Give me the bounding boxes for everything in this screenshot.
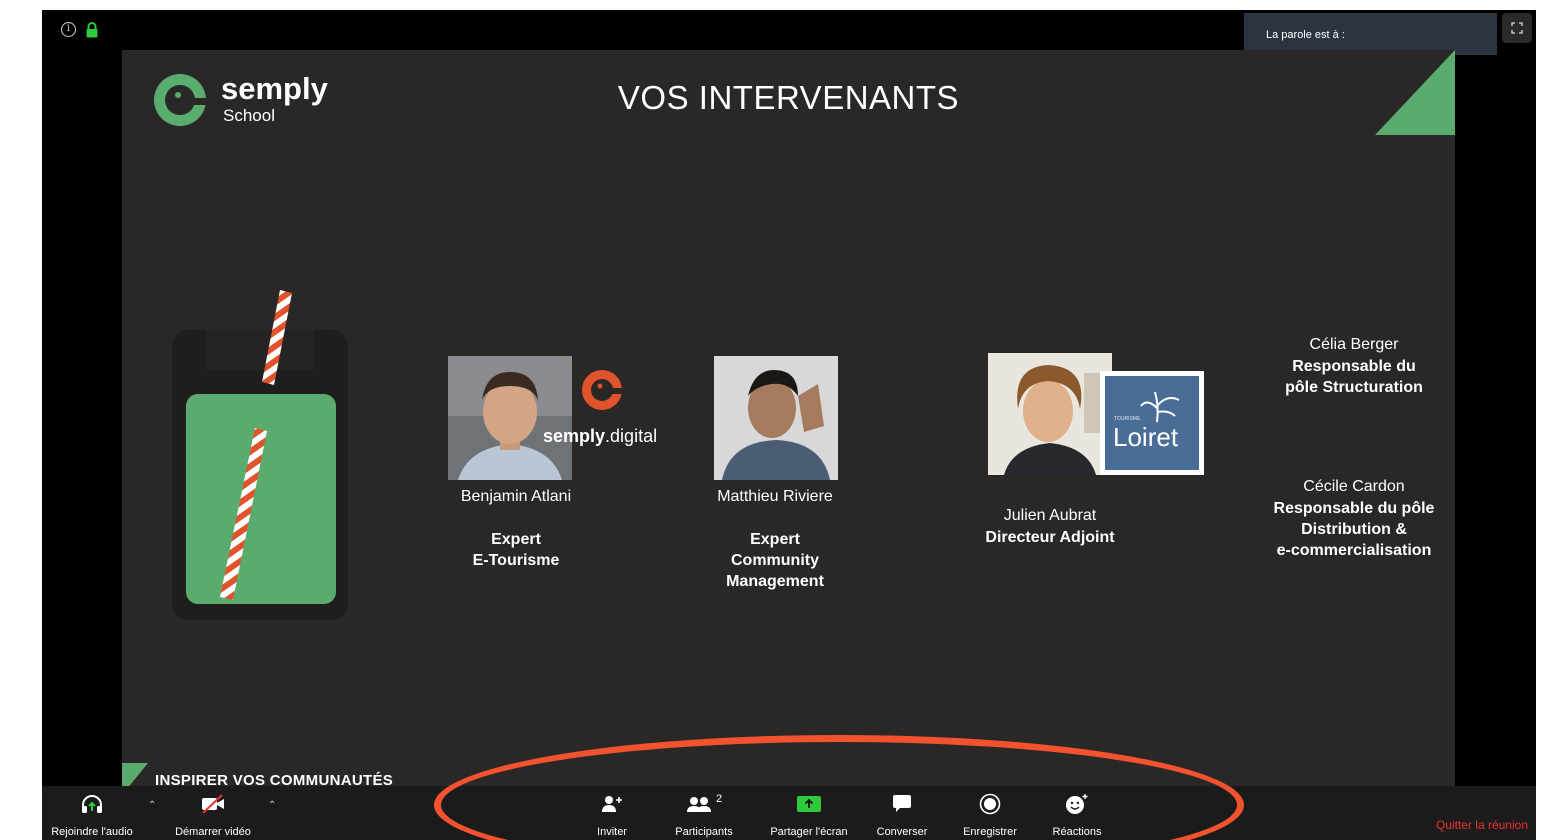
speaker-role-5: Responsable du pôle Distribution & e-com…: [1273, 500, 1435, 559]
video-off-icon: [202, 794, 224, 814]
speaker-name-2: Matthieu Riviere: [717, 488, 833, 505]
speaker-name-1: Benjamin Atlani: [460, 488, 572, 505]
headphones-icon: [82, 795, 102, 813]
loiret-wordmark: Loiret: [1113, 422, 1179, 452]
join-audio-button[interactable]: Rejoindre l'audio: [44, 790, 140, 838]
loiret-tourisme-logo: TOURISME Loiret: [1100, 371, 1204, 475]
semply-digital-light: .digital: [605, 426, 658, 446]
video-options-caret[interactable]: ⌃: [268, 800, 276, 811]
leave-meeting-button[interactable]: Quitter la réunion: [1436, 818, 1528, 832]
audio-options-caret[interactable]: ⌃: [148, 800, 156, 811]
speaker-name-4: Célia Berger: [1309, 336, 1399, 353]
speaker-role-3: Directeur Adjoint: [985, 529, 1115, 546]
slide-title: VOS INTERVENANTS: [617, 79, 960, 116]
meeting-window: i La parole est à : semply School VOS IN…: [42, 10, 1536, 840]
speaker-photo-matthieu: [714, 356, 838, 480]
loiret-logo-panel: TOURISME Loiret: [1105, 376, 1199, 470]
speaker-role-1: Expert E-Tourisme: [472, 531, 560, 569]
fullscreen-icon: [1511, 22, 1523, 34]
active-speaker-label: La parole est à :: [1266, 29, 1345, 41]
speaker-name-5: Cécile Cardon: [1303, 478, 1405, 495]
semply-digital-wordmark: semply.digital: [543, 426, 657, 447]
fullscreen-button[interactable]: [1502, 13, 1532, 43]
speaker-role-4: Responsable du pôle Structuration: [1285, 358, 1423, 396]
speaker-photo-julien: [988, 353, 1112, 475]
shared-slide: semply School VOS INTERVENANTS Benjamin …: [122, 50, 1455, 795]
join-audio-label: Rejoindre l'audio: [51, 826, 133, 838]
info-icon[interactable]: i: [61, 22, 76, 37]
active-speaker-panel: La parole est à :: [1244, 13, 1497, 55]
lock-icon[interactable]: [85, 22, 99, 38]
speaker-role-2: Expert Community Management: [726, 531, 824, 590]
start-video-button[interactable]: Démarrer vidéo: [166, 790, 260, 838]
semply-digital-bold: semply: [543, 426, 606, 446]
smoothie-jar-illustration: [172, 290, 348, 620]
start-video-label: Démarrer vidéo: [175, 826, 251, 838]
speaker-name-3: Julien Aubrat: [1003, 507, 1097, 524]
